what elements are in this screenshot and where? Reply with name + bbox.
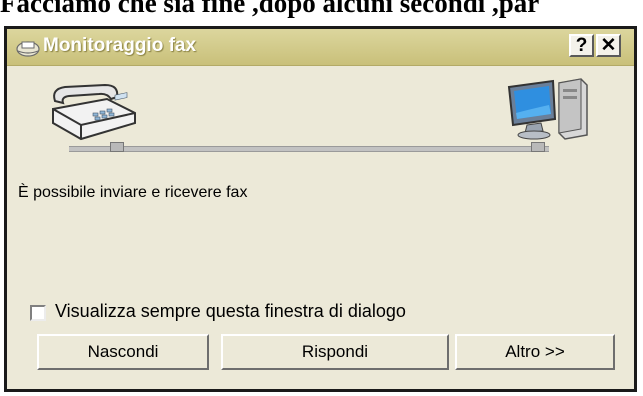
answer-button[interactable]: Rispondi (221, 334, 449, 370)
always-show-checkbox[interactable] (30, 305, 46, 321)
close-icon: ✕ (600, 35, 617, 56)
help-button[interactable]: ? (569, 34, 594, 57)
fax-monitor-dialog: Monitoraggio fax ? ✕ È possibile inviare… (4, 26, 637, 392)
computer-connector-node (531, 142, 545, 152)
always-show-label[interactable]: Visualizza sempre questa finestra di dia… (55, 301, 406, 322)
status-message: È possibile inviare e ricevere fax (18, 184, 248, 201)
window-title: Monitoraggio fax (43, 35, 197, 56)
computer-icon (507, 78, 588, 140)
fax-connector-node (110, 142, 124, 152)
fax-monitor-icon (16, 41, 40, 57)
network-line (69, 146, 549, 152)
close-button[interactable]: ✕ (596, 34, 621, 57)
hide-button[interactable]: Nascondi (37, 334, 209, 370)
document-text-line: Facciamo che sia fine ,dopo alcuni secon… (0, 0, 540, 18)
more-button[interactable]: Altro >> (455, 334, 615, 370)
fax-machine-icon (52, 83, 136, 141)
title-bar[interactable]: Monitoraggio fax ? ✕ (7, 29, 634, 66)
